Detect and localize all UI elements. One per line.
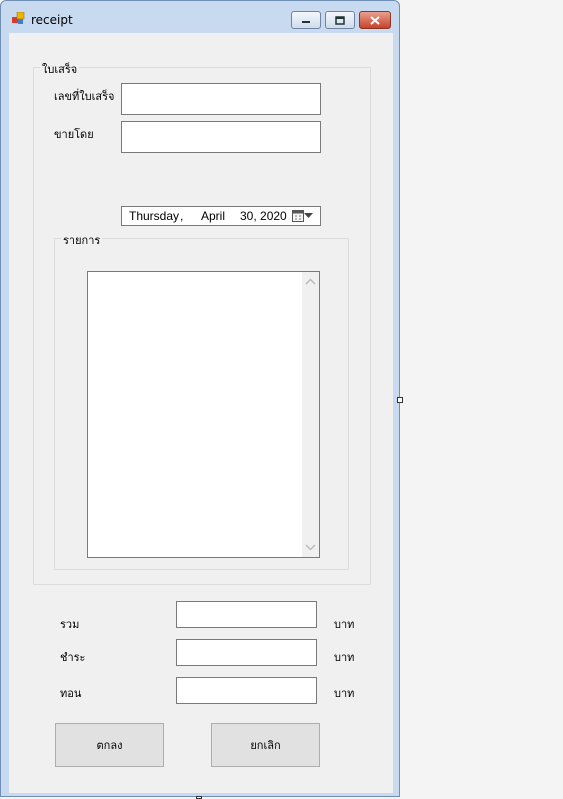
total-input[interactable] — [176, 601, 317, 628]
receipt-window: receipt ใบเสร็จ เลขที่ใบเสร็จ ขายโดย Thu… — [0, 0, 400, 797]
title-bar[interactable]: receipt — [1, 1, 399, 33]
minimize-icon — [302, 21, 310, 23]
close-icon — [370, 15, 380, 25]
date-picker[interactable]: Thursday , April 30, 2020 — [121, 206, 321, 226]
receipt-group-title: ใบเสร็จ — [40, 60, 80, 78]
date-month: April — [201, 209, 226, 223]
change-unit-label: บาท — [334, 687, 355, 700]
receipt-no-label: เลขที่ใบเสร็จ — [54, 90, 115, 103]
paid-label: ชำระ — [60, 651, 86, 664]
maximize-icon — [335, 15, 345, 25]
cancel-button[interactable]: ยกเลิก — [211, 723, 320, 767]
close-button[interactable] — [359, 11, 391, 29]
paid-unit-label: บาท — [334, 651, 355, 664]
total-unit-label: บาท — [334, 618, 355, 631]
minimize-button[interactable] — [291, 11, 321, 29]
total-label: รวม — [60, 618, 80, 631]
change-input[interactable] — [176, 677, 317, 704]
receipt-no-input[interactable] — [121, 83, 321, 115]
items-group-title: รายการ — [61, 231, 103, 249]
calendar-icon — [292, 210, 304, 222]
scroll-up-icon[interactable] — [305, 278, 316, 286]
app-icon — [12, 12, 25, 24]
date-day-year: 30, 2020 — [240, 209, 287, 223]
chevron-down-icon — [304, 213, 313, 218]
ok-button[interactable]: ตกลง — [55, 723, 164, 767]
paid-input[interactable] — [176, 639, 317, 666]
items-listbox[interactable] — [87, 271, 320, 558]
sold-by-input[interactable] — [121, 121, 321, 153]
change-label: ทอน — [60, 687, 82, 700]
window-title: receipt — [31, 13, 73, 27]
scroll-down-icon[interactable] — [305, 543, 316, 551]
date-dropdown-button[interactable] — [292, 209, 316, 223]
maximize-button[interactable] — [325, 11, 355, 29]
date-separator: , — [180, 209, 184, 223]
form-client-area: ใบเสร็จ เลขที่ใบเสร็จ ขายโดย Thursday , … — [9, 33, 393, 793]
resize-handle-right[interactable] — [397, 397, 403, 403]
date-day: Thursday — [129, 209, 180, 223]
sold-by-label: ขายโดย — [54, 128, 94, 141]
items-scrollbar[interactable] — [302, 272, 319, 557]
